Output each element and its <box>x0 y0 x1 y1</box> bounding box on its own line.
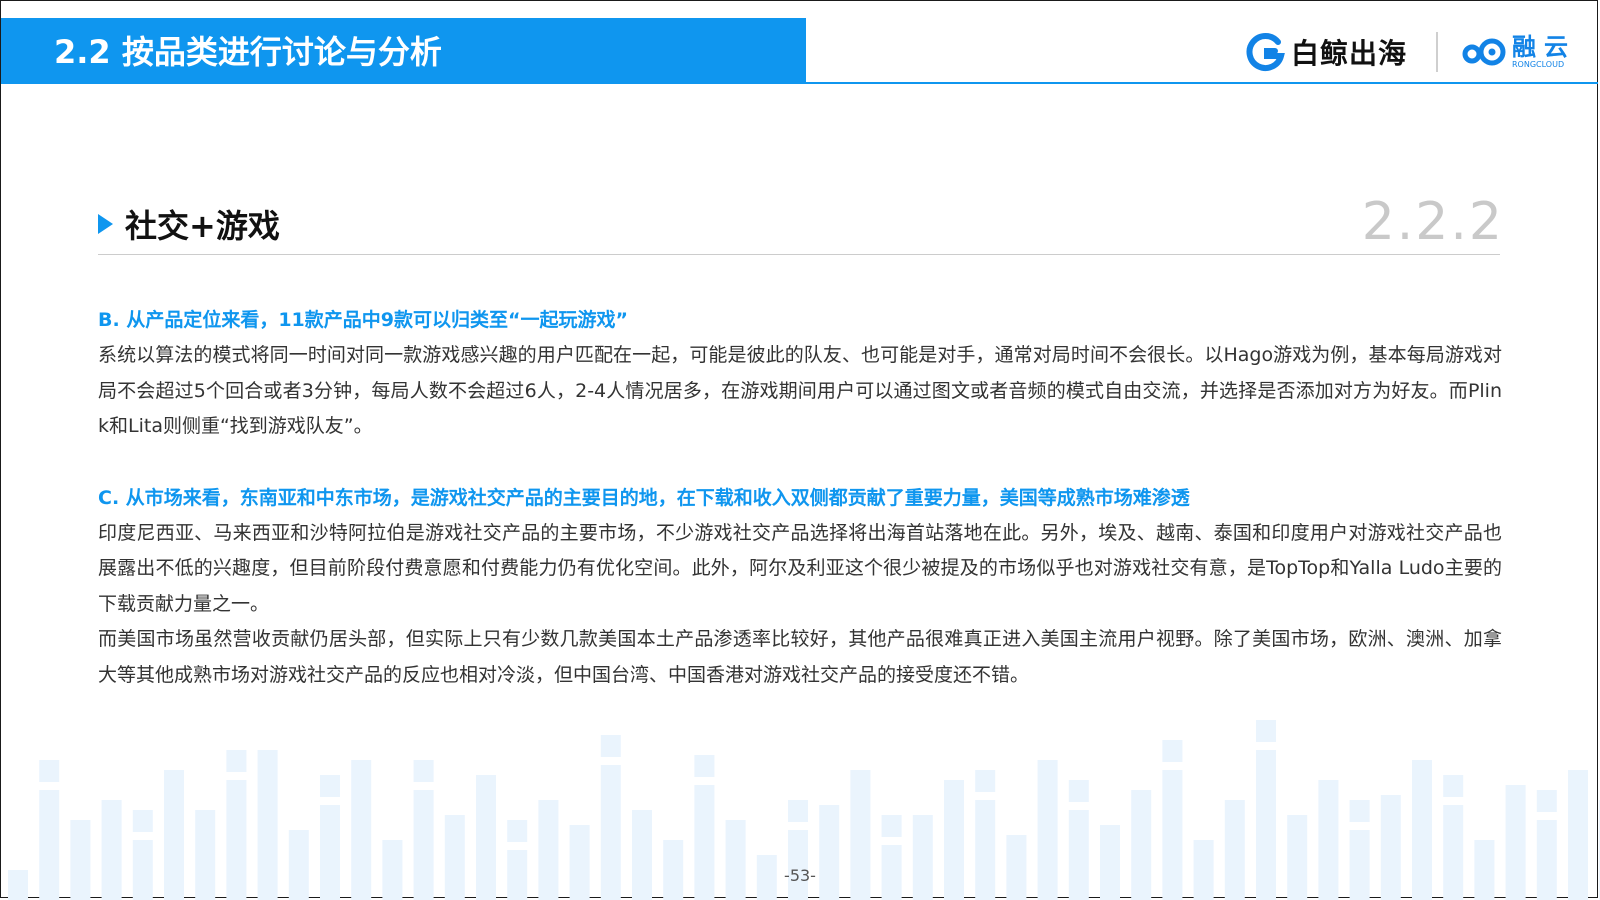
baijing-logo-icon <box>1246 33 1285 71</box>
decorative-bar <box>195 810 216 900</box>
page-title: 2.2 按品类进行讨论与分析 <box>54 33 442 71</box>
decorative-bar <box>975 800 996 900</box>
rongcloud-logo-text: 融云 <box>1512 33 1576 61</box>
decorative-bar-cap <box>1162 740 1183 762</box>
decorative-bar-cap <box>1068 780 1089 802</box>
decorative-bar <box>538 800 559 900</box>
decorative-bar <box>1536 820 1557 900</box>
section-title: 社交+游戏 <box>125 207 280 245</box>
main-content: B. 从产品定位来看，11款产品中9款可以归类至“一起玩游戏” 系统以算法的模式… <box>98 302 1502 693</box>
decorative-bar <box>101 800 122 900</box>
baijing-logo-text: 白鲸出海 <box>1291 37 1408 70</box>
decorative-bar <box>819 805 840 900</box>
baijing-logo: 白鲸出海 <box>1245 30 1407 74</box>
rongcloud-logo-subtext: RONGCLOUD <box>1512 60 1565 69</box>
decorative-bar-cap <box>1349 800 1370 822</box>
decorative-bar-cap <box>132 810 153 832</box>
decorative-bar-cap <box>226 750 247 772</box>
decorative-bar-cap <box>788 800 808 822</box>
decorative-bar-cap <box>320 775 340 797</box>
decorative-bar <box>632 810 652 900</box>
decorative-bar-cap <box>1256 720 1276 742</box>
page-number: -53- <box>784 866 816 885</box>
decorative-bar-cap <box>39 760 60 782</box>
paragraph-b: 系统以算法的模式将同一时间对同一款游戏感兴趣的用户匹配在一起，可能是彼此的队友、… <box>98 344 1502 437</box>
section-number: 2.2.2 <box>1361 192 1504 252</box>
decorative-bar-cap <box>1536 790 1557 812</box>
section-divider <box>98 254 1500 255</box>
subheading-b: B. 从产品定位来看，11款产品中9款可以归类至“一起玩游戏” <box>98 309 628 331</box>
decorative-bar-cap <box>881 815 902 837</box>
decorative-bar <box>1443 805 1464 900</box>
decorative-bar-cap <box>600 735 621 757</box>
decorative-bar <box>788 830 808 900</box>
decorative-bar-cap <box>694 755 715 777</box>
rongcloud-logo-icon <box>1462 38 1506 66</box>
decorative-bar <box>912 815 933 900</box>
paragraph-c2: 而美国市场虽然营收贡献仍居头部，但实际上只有少数几款美国本土产品渗透率比较好，其… <box>98 628 1502 686</box>
logo-divider <box>1436 32 1438 72</box>
decorative-bar <box>725 820 746 900</box>
section-heading: 社交+游戏 <box>98 202 280 246</box>
paragraph-c1: 印度尼西亚、马来西亚和沙特阿拉伯是游戏社交产品的主要市场，不少游戏社交产品选择将… <box>98 521 1502 615</box>
decorative-bar <box>1100 825 1120 900</box>
decorative-bar <box>1068 810 1089 900</box>
decorative-bar <box>288 830 309 900</box>
decorative-bar <box>569 825 590 900</box>
rongcloud-logo: 融云 RONGCLOUD <box>1460 30 1576 74</box>
decorative-bar-cap <box>507 820 528 842</box>
decorative-bar <box>1224 800 1245 900</box>
decorative-bar <box>70 820 91 900</box>
decorative-bar-cap <box>975 770 996 792</box>
decorative-bar <box>1287 815 1308 900</box>
decorative-bar <box>1349 830 1370 900</box>
subheading-c: C. 从市场来看，东南亚和中东市场，是游戏社交产品的主要目的地，在下载和收入双侧… <box>98 486 1190 509</box>
decorative-bar <box>320 805 340 900</box>
decorative-bar <box>444 815 465 900</box>
decorative-bar-cap <box>413 760 434 782</box>
decorative-bar-cap <box>1443 775 1464 797</box>
header-underline <box>806 82 1598 84</box>
triangle-bullet-icon <box>98 214 113 234</box>
